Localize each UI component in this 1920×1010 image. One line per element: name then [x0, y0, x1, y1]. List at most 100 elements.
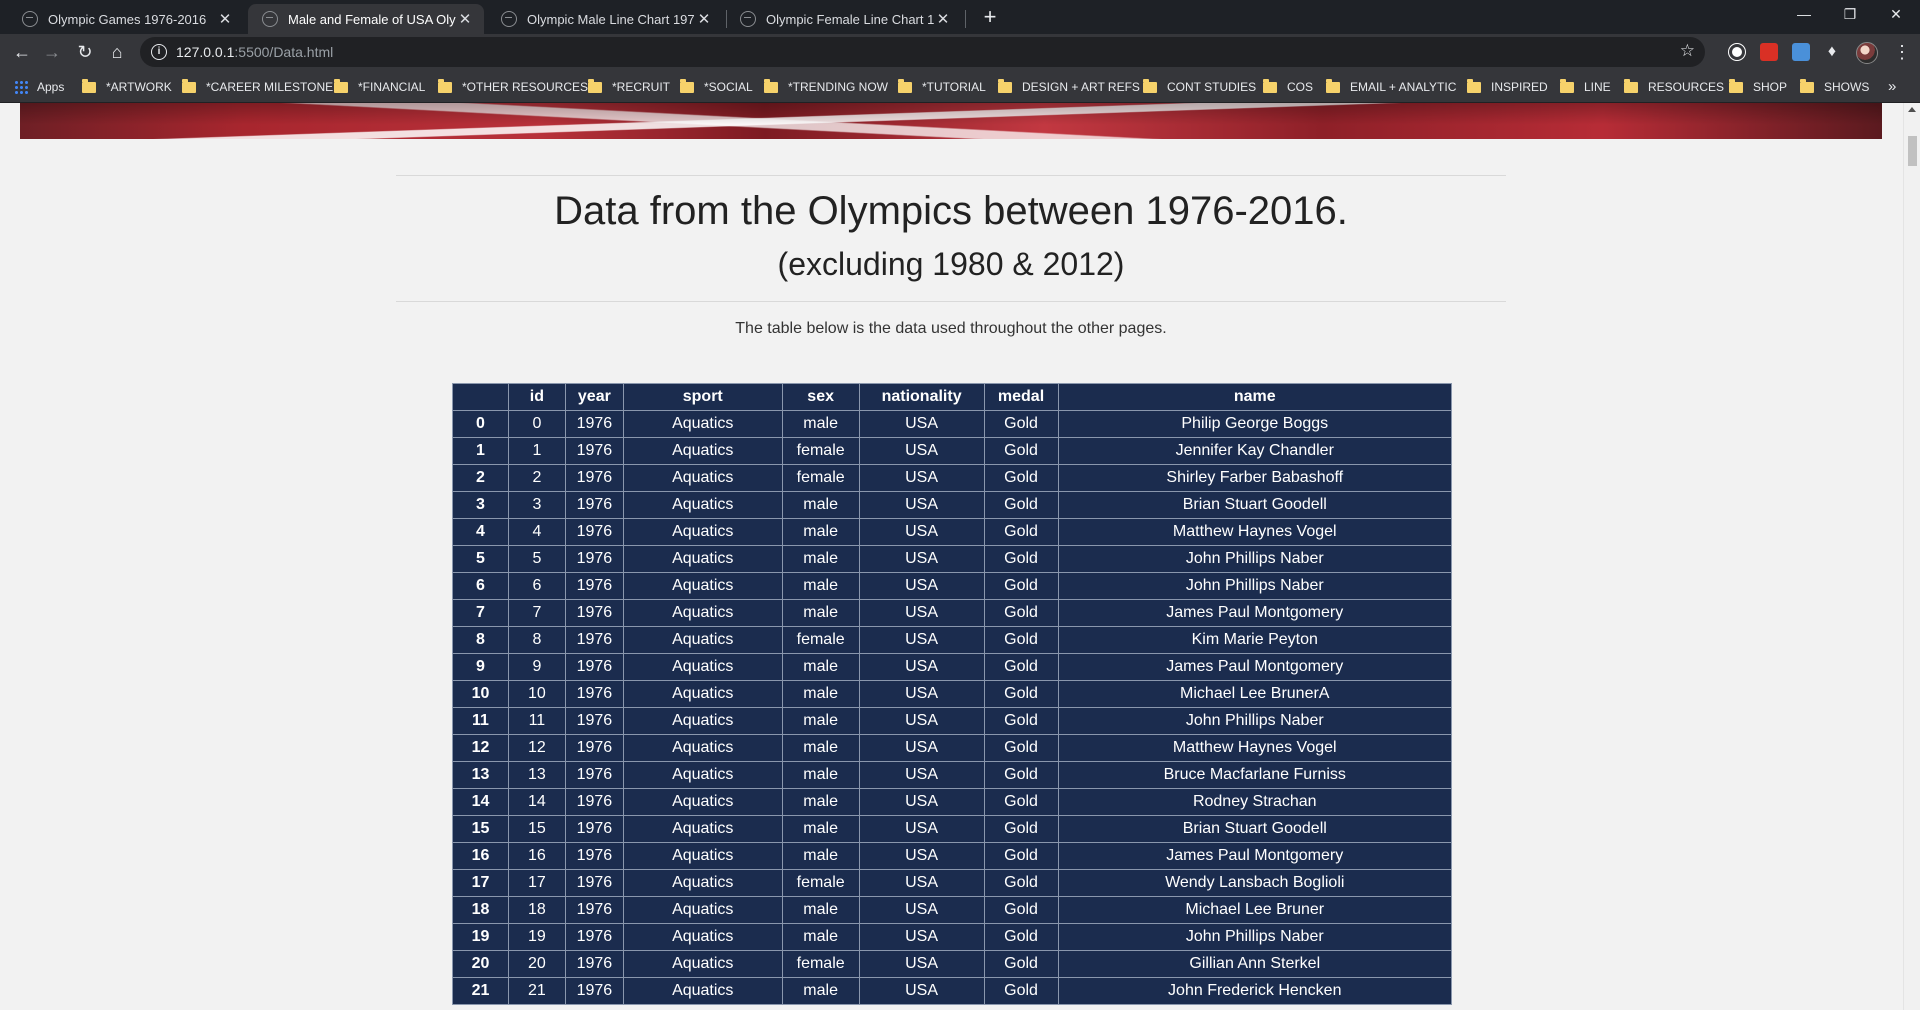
tab-olympic-games[interactable]: Olympic Games 1976-2016 ✕	[8, 4, 244, 34]
reload-icon[interactable]: ↻	[71, 38, 99, 66]
table-cell: Wendy Lansbach Boglioli	[1057, 869, 1453, 897]
table-cell: 1976	[564, 464, 624, 492]
bookmark-folder[interactable]: INSPIRED	[1467, 77, 1548, 97]
bookmark-folder[interactable]: LINE	[1560, 77, 1611, 97]
bookmark-label: *ARTWORK	[106, 80, 172, 94]
column-header: sport	[622, 383, 783, 411]
forward-icon[interactable]: →	[38, 38, 66, 66]
bookmark-folder[interactable]: DESIGN + ART REFS	[998, 77, 1140, 97]
close-icon[interactable]: ✕	[934, 10, 952, 28]
close-window-icon[interactable]: ✕	[1873, 0, 1919, 30]
bookmark-folder[interactable]: *FINANCIAL	[334, 77, 425, 97]
table-row: 1 1 1976 Aquatics female USA Gold Jennifer Kay …	[452, 437, 1453, 465]
bookmark-label: *CAREER MILESTONE	[206, 80, 334, 94]
table-cell: Michael Lee BrunerA	[1057, 680, 1453, 708]
table-cell: Michael Lee Bruner	[1057, 896, 1453, 924]
table-row: 19 19 1976 Aquatics male USA Gold John Phillips…	[452, 923, 1453, 951]
bookmark-star-icon[interactable]: ☆	[1680, 41, 1695, 61]
tab-title: Olympic Male Line Chart 1976-2016	[527, 11, 695, 27]
table-cell: Aquatics	[622, 626, 783, 654]
extension-icon[interactable]	[1792, 43, 1810, 61]
table-cell: 9	[507, 653, 566, 681]
bookmark-folder[interactable]: CONT STUDIES	[1143, 77, 1256, 97]
table-row: 18 18 1976 Aquatics male USA Gold Michael Lee B…	[452, 896, 1453, 924]
table-cell: 1976	[564, 599, 624, 627]
minimize-icon[interactable]: —	[1781, 0, 1827, 30]
column-header: medal	[983, 383, 1059, 411]
close-icon[interactable]: ✕	[216, 10, 234, 28]
folder-icon	[588, 78, 602, 93]
bookmark-folder[interactable]: *CAREER MILESTONE	[182, 77, 333, 97]
restore-icon[interactable]: ❐	[1827, 0, 1873, 30]
folder-icon	[1263, 78, 1277, 93]
table-cell: 5	[507, 545, 566, 573]
tab-male-line-chart[interactable]: Olympic Male Line Chart 1976-2016 ✕	[487, 4, 723, 34]
table-cell: 20	[507, 950, 566, 978]
flag-banner-image	[20, 103, 1882, 139]
folder-icon	[680, 78, 694, 93]
bookmark-folder[interactable]: *RECRUIT	[588, 77, 670, 97]
bookmark-folder[interactable]: *TRENDING NOW	[764, 77, 888, 97]
table-cell: male	[781, 410, 860, 438]
home-icon[interactable]: ⌂	[103, 38, 131, 66]
table-cell: USA	[858, 437, 985, 465]
pdf-extension-icon[interactable]	[1760, 43, 1778, 61]
table-cell: Gold	[983, 761, 1059, 789]
bookmark-folder[interactable]: *SOCIAL	[680, 77, 753, 97]
scroll-up-arrow-icon[interactable]	[1908, 107, 1916, 112]
bookmark-label: INSPIRED	[1491, 80, 1548, 94]
close-icon[interactable]: ✕	[456, 10, 474, 28]
bookmarks-bar: Apps *ARTWORK *CAREER MILESTONE *FINANCI…	[0, 70, 1920, 103]
extension-icon[interactable]	[1729, 44, 1745, 60]
table-row: 10 10 1976 Aquatics male USA Gold Michael Lee B…	[452, 680, 1453, 708]
table-cell: Aquatics	[622, 734, 783, 762]
bookmark-label: *RECRUIT	[612, 80, 671, 94]
table-cell: Aquatics	[622, 653, 783, 681]
address-bar[interactable]: i 127.0.0.1:5500/Data.html ☆	[140, 37, 1705, 67]
bookmark-folder[interactable]: COS	[1263, 77, 1313, 97]
bookmark-folder[interactable]: EMAIL + ANALYTIC	[1326, 77, 1456, 97]
table-cell: James Paul Montgomery	[1057, 842, 1453, 870]
table-row: 2 2 1976 Aquatics female USA Gold Shirley Farbe…	[452, 464, 1453, 492]
bookmarks-overflow-icon[interactable]: »	[1888, 78, 1896, 95]
table-cell: 1976	[564, 977, 624, 1005]
column-header: year	[564, 383, 624, 411]
column-header: id	[507, 383, 566, 411]
table-cell: Aquatics	[622, 491, 783, 519]
bookmark-folder[interactable]: *TUTORIAL	[898, 77, 986, 97]
close-icon[interactable]: ✕	[695, 10, 713, 28]
info-icon[interactable]: i	[151, 44, 167, 60]
row-index: 7	[452, 599, 509, 627]
menu-icon[interactable]: ⋮	[1893, 38, 1911, 66]
tab-female-line-chart[interactable]: Olympic Female Line Chart 1976-2016 ✕	[726, 4, 962, 34]
bookmark-folder[interactable]: RESOURCES	[1624, 77, 1724, 97]
table-cell: 1976	[564, 950, 624, 978]
bookmark-folder[interactable]: *ARTWORK	[82, 77, 172, 97]
bookmark-label: CONT STUDIES	[1167, 80, 1257, 94]
bookmark-label: SHOP	[1753, 80, 1788, 94]
url-text[interactable]: 127.0.0.1:5500/Data.html	[176, 44, 333, 60]
table-cell: male	[781, 734, 860, 762]
tab-male-female[interactable]: Male and Female of USA Olympic ✕	[248, 4, 484, 34]
table-cell: Aquatics	[622, 788, 783, 816]
table-cell: Aquatics	[622, 518, 783, 546]
table-cell: Rodney Strachan	[1057, 788, 1453, 816]
table-cell: Aquatics	[622, 572, 783, 600]
bookmark-folder[interactable]: *OTHER RESOURCES	[438, 77, 588, 97]
bookmark-folder[interactable]: SHOWS	[1800, 77, 1869, 97]
puzzle-icon[interactable]: ♦	[1823, 43, 1841, 61]
scrollbar-thumb[interactable]	[1908, 136, 1917, 166]
table-cell: 1976	[564, 437, 624, 465]
table-cell: John Phillips Naber	[1057, 572, 1453, 600]
vertical-scrollbar[interactable]	[1903, 103, 1920, 1010]
table-row: 12 12 1976 Aquatics male USA Gold Matthew Hayne…	[452, 734, 1453, 762]
back-icon[interactable]: ←	[8, 38, 36, 66]
bookmark-label: EMAIL + ANALYTIC	[1350, 80, 1457, 94]
table-row: 14 14 1976 Aquatics male USA Gold Rodney Strach…	[452, 788, 1453, 816]
bookmark-apps[interactable]: Apps	[14, 77, 64, 97]
row-index: 17	[452, 869, 509, 897]
bookmark-folder[interactable]: SHOP	[1729, 77, 1787, 97]
new-tab-button[interactable]: +	[975, 4, 1005, 32]
table-cell: Aquatics	[622, 923, 783, 951]
avatar[interactable]	[1856, 42, 1878, 64]
